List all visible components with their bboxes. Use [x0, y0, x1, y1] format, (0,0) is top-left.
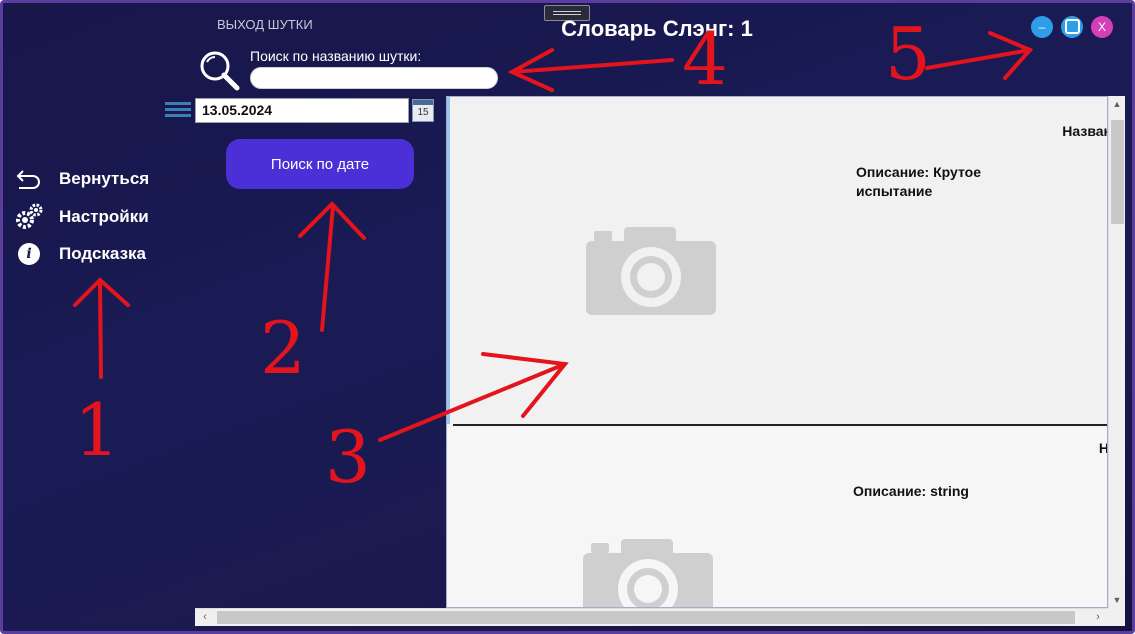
scroll-left-icon[interactable]: ‹ [197, 609, 213, 626]
joke-card[interactable]: Назван Описание: Крутое испытание [447, 97, 1108, 424]
camera-placeholder-icon [586, 227, 716, 315]
search-by-date-button[interactable]: Поиск по дате [226, 139, 414, 189]
calendar-day: 15 [417, 107, 429, 118]
nav-item-hint[interactable]: i Подсказка [13, 240, 146, 268]
nav-item-settings[interactable]: Настройки [13, 203, 149, 231]
maximize-button[interactable] [1061, 16, 1083, 38]
nav-item-back[interactable]: Вернуться [13, 165, 149, 193]
scroll-down-icon[interactable]: ▼ [1109, 592, 1125, 608]
vertical-scrollbar[interactable]: ▲ ▼ [1108, 96, 1125, 608]
scroll-up-icon[interactable]: ▲ [1109, 96, 1125, 112]
search-icon [200, 51, 240, 91]
top-caption: ВЫХОД ШУТКИ [217, 17, 313, 32]
app-window: ВЫХОД ШУТКИ Словарь Слэнг: 1 – X Поиск п… [0, 0, 1135, 634]
joke-description: Описание: string [853, 483, 969, 499]
date-field[interactable]: 13.05.2024 [195, 98, 409, 123]
card-divider [453, 424, 1107, 426]
search-input[interactable] [250, 67, 498, 89]
jokes-list[interactable]: Назван Описание: Крутое испытание Н Опис… [446, 96, 1108, 608]
joke-description: Описание: Крутое испытание [856, 164, 981, 199]
joke-card[interactable]: Н Описание: string [447, 427, 1108, 607]
horizontal-scroll-thumb[interactable] [217, 611, 1075, 624]
back-arrow-icon [13, 165, 45, 193]
minimize-button[interactable]: – [1031, 16, 1053, 38]
drag-handle[interactable] [544, 5, 590, 21]
nav-item-label: Настройки [59, 207, 149, 226]
joke-name: Н [1098, 440, 1108, 456]
vertical-scroll-thumb[interactable] [1111, 120, 1124, 224]
maximize-icon [1064, 19, 1080, 34]
horizontal-scrollbar[interactable]: ‹ › [195, 608, 1108, 626]
hamburger-menu-icon[interactable] [165, 99, 191, 121]
joke-name: Назван [1062, 123, 1108, 139]
gears-icon [13, 203, 45, 231]
close-button[interactable]: X [1091, 16, 1113, 38]
search-label: Поиск по названию шутки: [250, 48, 422, 64]
scroll-right-icon[interactable]: › [1090, 609, 1106, 626]
calendar-icon[interactable]: 15 [412, 99, 434, 122]
nav-item-label: Подсказка [59, 244, 146, 263]
camera-placeholder-icon [583, 539, 713, 607]
info-icon: i [13, 240, 45, 268]
scroll-corner [1108, 608, 1125, 626]
nav-item-label: Вернуться [59, 169, 150, 188]
